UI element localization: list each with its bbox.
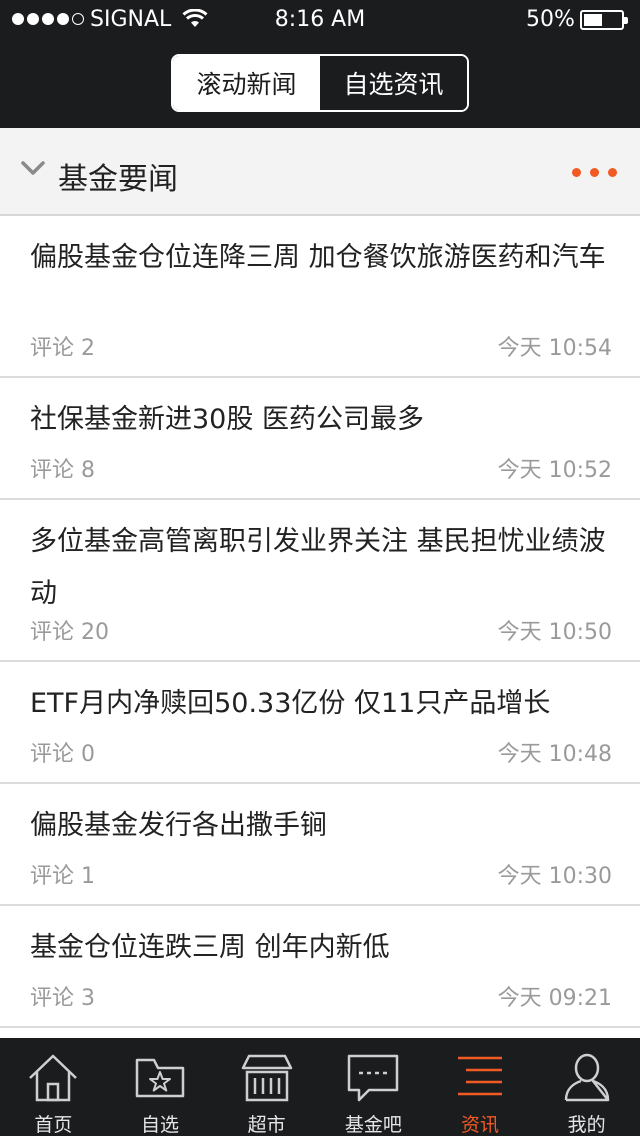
- section-title: 基金要闻: [58, 162, 178, 197]
- battery-icon: [580, 10, 628, 30]
- news-item[interactable]: ETF月内净赎回50.33亿份 仅11只产品增长 评论 0 今天 10:48: [0, 662, 640, 784]
- user-icon: [564, 1053, 609, 1102]
- segment-scroll-news[interactable]: 滚动新闻: [173, 56, 320, 110]
- news-item[interactable]: 多位基金高管离职引发业界关注 基民担忧业绩波动 评论 20 今天 10:50: [0, 500, 640, 662]
- battery-percentage: 50%: [526, 7, 575, 32]
- tab-fund-forum[interactable]: 基金吧: [320, 1038, 427, 1136]
- comment-count: 评论 0: [30, 742, 95, 767]
- news-time: 今天 10:48: [497, 742, 612, 767]
- news-title: 多位基金高管离职引发业界关注 基民担忧业绩波动: [30, 526, 606, 609]
- comment-count: 评论 2: [30, 336, 95, 361]
- tab-label: 我的: [567, 1114, 606, 1136]
- store-icon: [241, 1054, 292, 1102]
- news-item[interactable]: 偏股基金发行各出撒手锏 评论 1 今天 10:30: [0, 784, 640, 906]
- tab-label: 基金吧: [344, 1114, 402, 1136]
- status-bar: SIGNAL 8:16 AM 50%: [0, 0, 640, 40]
- comment-count: 评论 3: [30, 986, 95, 1011]
- news-time: 今天 10:30: [497, 864, 612, 889]
- news-item[interactable]: 社保基金新进30股 医药公司最多 评论 8 今天 10:52: [0, 378, 640, 500]
- news-title: 偏股基金发行各出撒手锏: [30, 810, 327, 841]
- section-header[interactable]: 基金要闻: [0, 128, 640, 216]
- home-icon: [29, 1054, 78, 1102]
- comment-count: 评论 20: [30, 620, 109, 645]
- news-item[interactable]: 基金仓位连跌三周 创年内新低 评论 3 今天 09:21: [0, 906, 640, 1028]
- tab-label: 首页: [34, 1114, 73, 1136]
- tab-home[interactable]: 首页: [0, 1038, 107, 1136]
- news-list: 偏股基金仓位连降三周 加仓餐饮旅游医药和汽车 评论 2 今天 10:54 社保基…: [0, 216, 640, 1028]
- news-time: 今天 10:54: [497, 336, 612, 361]
- tab-watchlist[interactable]: 自选: [107, 1038, 214, 1136]
- news-title: ETF月内净赎回50.33亿份 仅11只产品增长: [30, 688, 551, 719]
- star-folder-icon: [135, 1058, 185, 1098]
- tab-profile[interactable]: 我的: [533, 1038, 640, 1136]
- news-time: 今天 09:21: [497, 986, 612, 1011]
- more-options-icon[interactable]: [572, 168, 617, 177]
- tab-store[interactable]: 超市: [213, 1038, 320, 1136]
- comment-count: 评论 8: [30, 458, 95, 483]
- news-time: 今天 10:52: [497, 458, 612, 483]
- tab-label: 超市: [247, 1114, 286, 1136]
- tab-label: 资讯: [461, 1114, 500, 1136]
- tab-news[interactable]: 资讯: [427, 1038, 534, 1136]
- top-bar: SIGNAL 8:16 AM 50% 滚动新闻 自选资讯: [0, 0, 640, 128]
- news-title: 社保基金新进30股 医药公司最多: [30, 404, 424, 435]
- comment-count: 评论 1: [30, 864, 95, 889]
- chat-bubble-icon: [348, 1054, 399, 1102]
- news-title: 偏股基金仓位连降三周 加仓餐饮旅游医药和汽车: [30, 242, 606, 273]
- news-title: 基金仓位连跌三周 创年内新低: [30, 932, 390, 963]
- tab-bar: 首页 自选 超市 基金吧 资讯 我的: [0, 1038, 640, 1136]
- tab-label: 自选: [140, 1114, 179, 1136]
- news-item[interactable]: 偏股基金仓位连降三周 加仓餐饮旅游医药和汽车 评论 2 今天 10:54: [0, 216, 640, 378]
- chevron-down-icon[interactable]: [20, 160, 46, 182]
- news-list-icon: [458, 1056, 503, 1096]
- segmented-control: 滚动新闻 自选资讯: [171, 54, 469, 112]
- segment-custom-news[interactable]: 自选资讯: [320, 56, 467, 110]
- news-time: 今天 10:50: [497, 620, 612, 645]
